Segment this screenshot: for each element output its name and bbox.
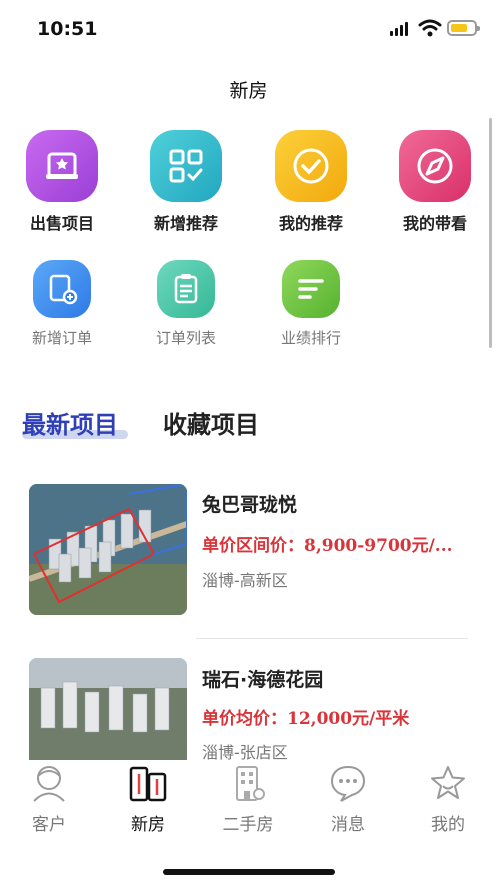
status-time: 10:51	[37, 18, 98, 40]
second-hand-house-icon	[236, 766, 265, 801]
my-recommend-icon	[275, 130, 347, 202]
tab-label: 二手房	[222, 815, 274, 835]
tab-label: 客户	[32, 815, 66, 835]
project-thumbnail	[29, 484, 187, 615]
quick-action-label: 订单列表	[155, 329, 216, 347]
tab-favorite-projects[interactable]: 收藏项目	[163, 405, 259, 440]
tab-label: 消息	[331, 815, 365, 835]
home-indicator[interactable]	[163, 869, 335, 875]
star-profile-icon	[431, 766, 465, 799]
quick-action-label: 业绩排行	[280, 329, 341, 347]
quick-action-add-recommend[interactable]: 新增推荐	[131, 130, 241, 234]
tab-label: 新房	[131, 815, 165, 835]
quick-action-sale-project[interactable]: 出售项目	[7, 130, 117, 234]
wifi-icon	[418, 19, 442, 37]
tab-latest-projects[interactable]: 最新项目	[22, 405, 118, 440]
performance-rank-icon	[282, 260, 340, 318]
quick-action-add-order[interactable]: 新增订单	[7, 260, 117, 348]
order-list-icon	[157, 260, 215, 318]
project-card[interactable]: 兔巴哥珑悦 单价区间价：8,900-9700元/... 淄博-高新区	[0, 470, 497, 630]
project-location: 淄博-高新区	[202, 571, 288, 590]
project-price: 单价区间价：8,900-9700元/...	[202, 536, 453, 556]
quick-action-label: 我的推荐	[278, 214, 343, 233]
quick-action-label: 新增订单	[31, 329, 92, 347]
project-title: 兔巴哥珑悦	[202, 494, 298, 516]
sale-project-icon	[26, 130, 98, 202]
project-title: 瑞石·海德花园	[202, 669, 324, 691]
tab-label: 我的	[431, 815, 465, 835]
page-title: 新房	[229, 80, 268, 102]
quick-action-label: 我的带看	[402, 214, 467, 233]
tab-profile[interactable]: 我的	[408, 764, 488, 835]
signal-icon	[390, 22, 408, 36]
tab-customer[interactable]: 客户	[9, 764, 89, 835]
customer-icon	[33, 766, 65, 802]
add-recommend-icon	[150, 130, 222, 202]
new-house-icon	[129, 766, 167, 802]
divider	[196, 638, 468, 639]
project-price: 单价均价：12,000元/平米	[202, 709, 410, 729]
quick-action-order-list[interactable]: 订单列表	[131, 260, 241, 348]
tab-second-hand-house[interactable]: 二手房	[208, 764, 288, 835]
message-icon	[330, 765, 366, 802]
quick-action-label: 出售项目	[29, 214, 94, 233]
add-order-icon	[33, 260, 91, 318]
bottom-tab-bar: 客户 新房 二手房 消息 我的	[0, 760, 497, 835]
tab-message[interactable]: 消息	[308, 764, 388, 835]
project-card[interactable]: 瑞石·海德花园 单价均价：12,000元/平米 淄博-张店区	[0, 648, 497, 762]
tab-new-house[interactable]: 新房	[108, 764, 188, 835]
quick-action-label: 新增推荐	[153, 214, 218, 233]
quick-action-my-recommend[interactable]: 我的推荐	[256, 130, 366, 234]
battery-icon	[447, 20, 480, 36]
my-viewing-icon	[399, 130, 471, 202]
project-thumbnail	[29, 658, 187, 760]
quick-action-performance-rank[interactable]: 业绩排行	[256, 260, 366, 348]
quick-action-my-viewing[interactable]: 我的带看	[380, 130, 490, 234]
